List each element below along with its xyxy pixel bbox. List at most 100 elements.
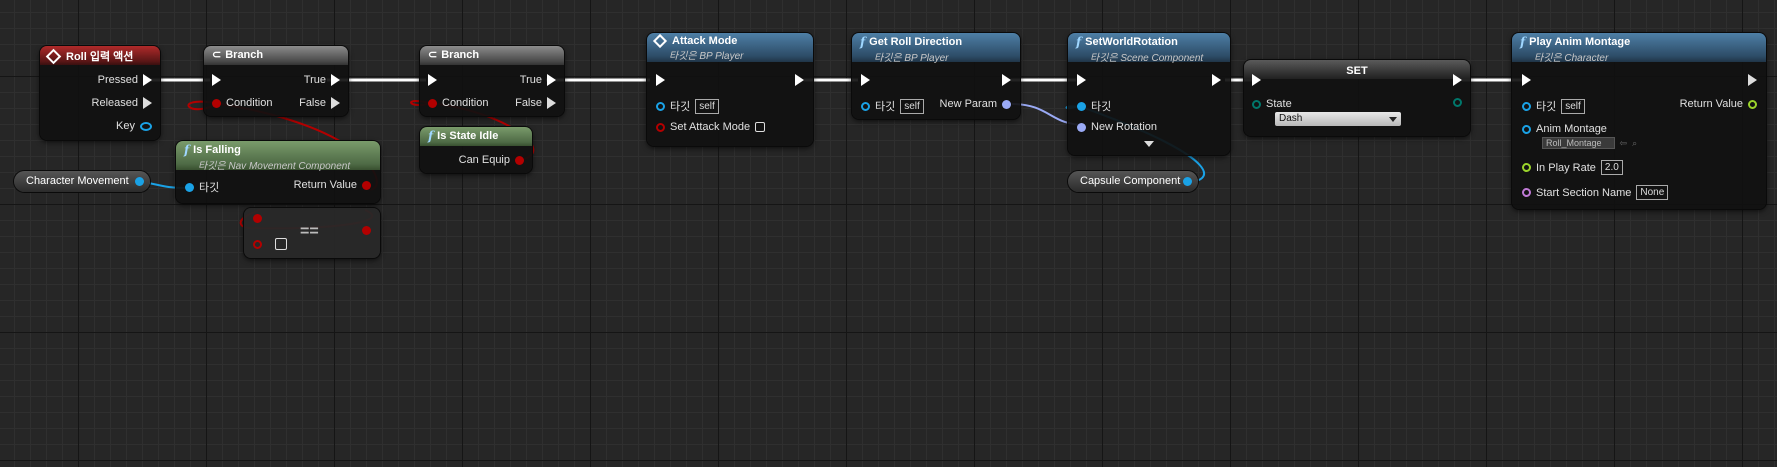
- false-pin[interactable]: False: [299, 97, 340, 109]
- rotator-pin-icon[interactable]: [1077, 122, 1086, 132]
- name-pin-icon[interactable]: [1522, 188, 1531, 197]
- input-a-pin[interactable]: [253, 214, 262, 223]
- exec-pin-icon[interactable]: [1453, 74, 1462, 86]
- exec-out-pin[interactable]: [1212, 74, 1221, 86]
- new-rotation-pin[interactable]: New Rotation: [1077, 121, 1157, 133]
- branch-node-2[interactable]: ⊂ Branch True Condition False: [420, 46, 564, 116]
- object-pin-icon[interactable]: [185, 182, 194, 192]
- enum-pin-icon[interactable]: [1252, 99, 1261, 109]
- exec-pin-outline-icon[interactable]: [547, 97, 556, 109]
- equals-node[interactable]: ==: [244, 208, 380, 258]
- return-value-pin[interactable]: Return Value: [1680, 98, 1757, 110]
- state-out-pin[interactable]: [1453, 98, 1462, 107]
- exec-in-pin[interactable]: [656, 74, 665, 86]
- bool-pin-icon[interactable]: [362, 226, 371, 235]
- get-roll-direction-node[interactable]: f Get Roll Direction 타깃은 BP Player 타깃 self…: [852, 33, 1020, 119]
- exec-pin-icon[interactable]: [1077, 74, 1086, 86]
- exec-pin-icon[interactable]: [1252, 74, 1261, 86]
- arrow-left-icon[interactable]: ⇦: [1620, 138, 1628, 149]
- object-pin-icon[interactable]: [1077, 101, 1086, 111]
- can-equip-pin[interactable]: Can Equip: [459, 154, 524, 166]
- bool-pin-icon[interactable]: [253, 214, 262, 223]
- node-header[interactable]: f Play Anim Montage 타깃은 Character: [1512, 33, 1766, 64]
- exec-pin-icon[interactable]: [547, 74, 556, 86]
- exec-pin-icon[interactable]: [861, 74, 870, 86]
- false-pin[interactable]: False: [515, 97, 556, 109]
- node-header[interactable]: ⊂ Branch: [204, 46, 348, 65]
- bool-pin-icon[interactable]: [253, 239, 262, 249]
- node-header[interactable]: Roll 입력 액션: [40, 46, 160, 65]
- rotator-pin-icon[interactable]: [1002, 99, 1011, 109]
- condition-pin[interactable]: Condition: [428, 97, 488, 109]
- is-state-idle-node[interactable]: f Is State Idle Can Equip: [420, 127, 532, 173]
- bool-pin-icon[interactable]: [656, 122, 665, 132]
- state-pin[interactable]: State: [1252, 98, 1292, 110]
- target-pin[interactable]: 타깃 self: [861, 98, 924, 114]
- input-b-pin[interactable]: [253, 238, 287, 250]
- attack-mode-node[interactable]: Attack Mode 타깃은 BP Player 타깃 self Set Att…: [647, 33, 813, 146]
- exec-in-pin[interactable]: [861, 74, 870, 86]
- node-header[interactable]: f Get Roll Direction 타깃은 BP Player: [852, 33, 1020, 64]
- exec-pin-icon[interactable]: [656, 74, 665, 86]
- exec-pin-icon[interactable]: [143, 74, 152, 86]
- bool-pin-icon[interactable]: [212, 98, 221, 108]
- object-pin-icon[interactable]: [1183, 177, 1192, 186]
- bool-pin-icon[interactable]: [515, 155, 524, 165]
- return-value-pin[interactable]: Return Value: [294, 179, 371, 191]
- anim-montage-value[interactable]: Roll_Montage: [1542, 137, 1615, 149]
- released-pin[interactable]: Released: [92, 97, 152, 109]
- state-dropdown-value[interactable]: Dash: [1275, 112, 1401, 126]
- roll-input-action-node[interactable]: Roll 입력 액션 Pressed Released Key: [40, 46, 160, 140]
- struct-pin-icon[interactable]: [140, 121, 152, 131]
- play-anim-montage-node[interactable]: f Play Anim Montage 타깃은 Character 타깃 self …: [1512, 33, 1766, 209]
- set-world-rotation-node[interactable]: f SetWorldRotation 타깃은 Scene Component 타깃…: [1068, 33, 1230, 155]
- key-pin[interactable]: Key: [116, 120, 152, 132]
- enum-pin-icon[interactable]: [1453, 98, 1462, 107]
- exec-pin-icon[interactable]: [331, 74, 340, 86]
- exec-out-pin[interactable]: [1748, 74, 1757, 86]
- is-falling-node[interactable]: f Is Falling 타깃은 Nav Movement Component 타…: [176, 141, 380, 203]
- exec-pin-outline-icon[interactable]: [1748, 74, 1757, 86]
- exec-out-pin[interactable]: [1002, 74, 1011, 86]
- exec-pin-icon[interactable]: [795, 74, 804, 86]
- object-pin-icon[interactable]: [135, 177, 144, 186]
- set-attack-mode-checkbox[interactable]: [755, 122, 766, 132]
- target-pin[interactable]: 타깃 self: [656, 98, 719, 114]
- exec-pin-icon[interactable]: [1522, 74, 1531, 86]
- float-pin-icon[interactable]: [1522, 163, 1531, 172]
- start-section-name-pin[interactable]: Start Section Name None: [1522, 185, 1669, 200]
- set-state-node[interactable]: SET State Dash: [1244, 60, 1470, 136]
- node-header[interactable]: ⊂ Branch: [420, 46, 564, 65]
- target-pin[interactable]: 타깃: [185, 179, 219, 195]
- chevron-down-icon[interactable]: [1144, 141, 1154, 147]
- true-pin[interactable]: True: [520, 74, 556, 86]
- exec-pin-outline-icon[interactable]: [143, 97, 152, 109]
- input-b-checkbox[interactable]: [275, 238, 287, 250]
- character-movement-variable[interactable]: Character Movement: [14, 171, 150, 192]
- search-icon[interactable]: ⌕: [1632, 138, 1637, 149]
- object-pin-icon[interactable]: [861, 101, 870, 111]
- pressed-pin[interactable]: Pressed: [98, 74, 152, 86]
- object-pin-icon[interactable]: [1522, 124, 1531, 134]
- bool-pin-icon[interactable]: [362, 180, 371, 190]
- exec-in-pin[interactable]: [1077, 74, 1086, 86]
- exec-pin-icon[interactable]: [428, 74, 437, 86]
- float-pin-icon[interactable]: [1748, 99, 1757, 109]
- condition-pin[interactable]: Condition: [212, 97, 272, 109]
- branch-node-1[interactable]: ⊂ Branch True Condition False: [204, 46, 348, 116]
- exec-pin-icon[interactable]: [212, 74, 221, 86]
- node-header[interactable]: SET: [1244, 60, 1470, 79]
- node-header[interactable]: f Is Falling 타깃은 Nav Movement Component: [176, 141, 380, 172]
- in-play-rate-pin[interactable]: In Play Rate 2.0: [1522, 160, 1623, 175]
- exec-in-pin[interactable]: [212, 74, 221, 86]
- exec-pin-outline-icon[interactable]: [331, 97, 340, 109]
- target-pin[interactable]: 타깃 self: [1522, 98, 1585, 114]
- object-pin-icon[interactable]: [656, 101, 665, 111]
- exec-in-pin[interactable]: [428, 74, 437, 86]
- exec-pin-icon[interactable]: [1002, 74, 1011, 86]
- node-header[interactable]: f Is State Idle: [420, 127, 532, 146]
- set-attack-mode-pin[interactable]: Set Attack Mode: [656, 121, 766, 133]
- output-pin[interactable]: [362, 226, 371, 235]
- bool-pin-icon[interactable]: [428, 98, 437, 108]
- node-header[interactable]: f SetWorldRotation 타깃은 Scene Component: [1068, 33, 1230, 64]
